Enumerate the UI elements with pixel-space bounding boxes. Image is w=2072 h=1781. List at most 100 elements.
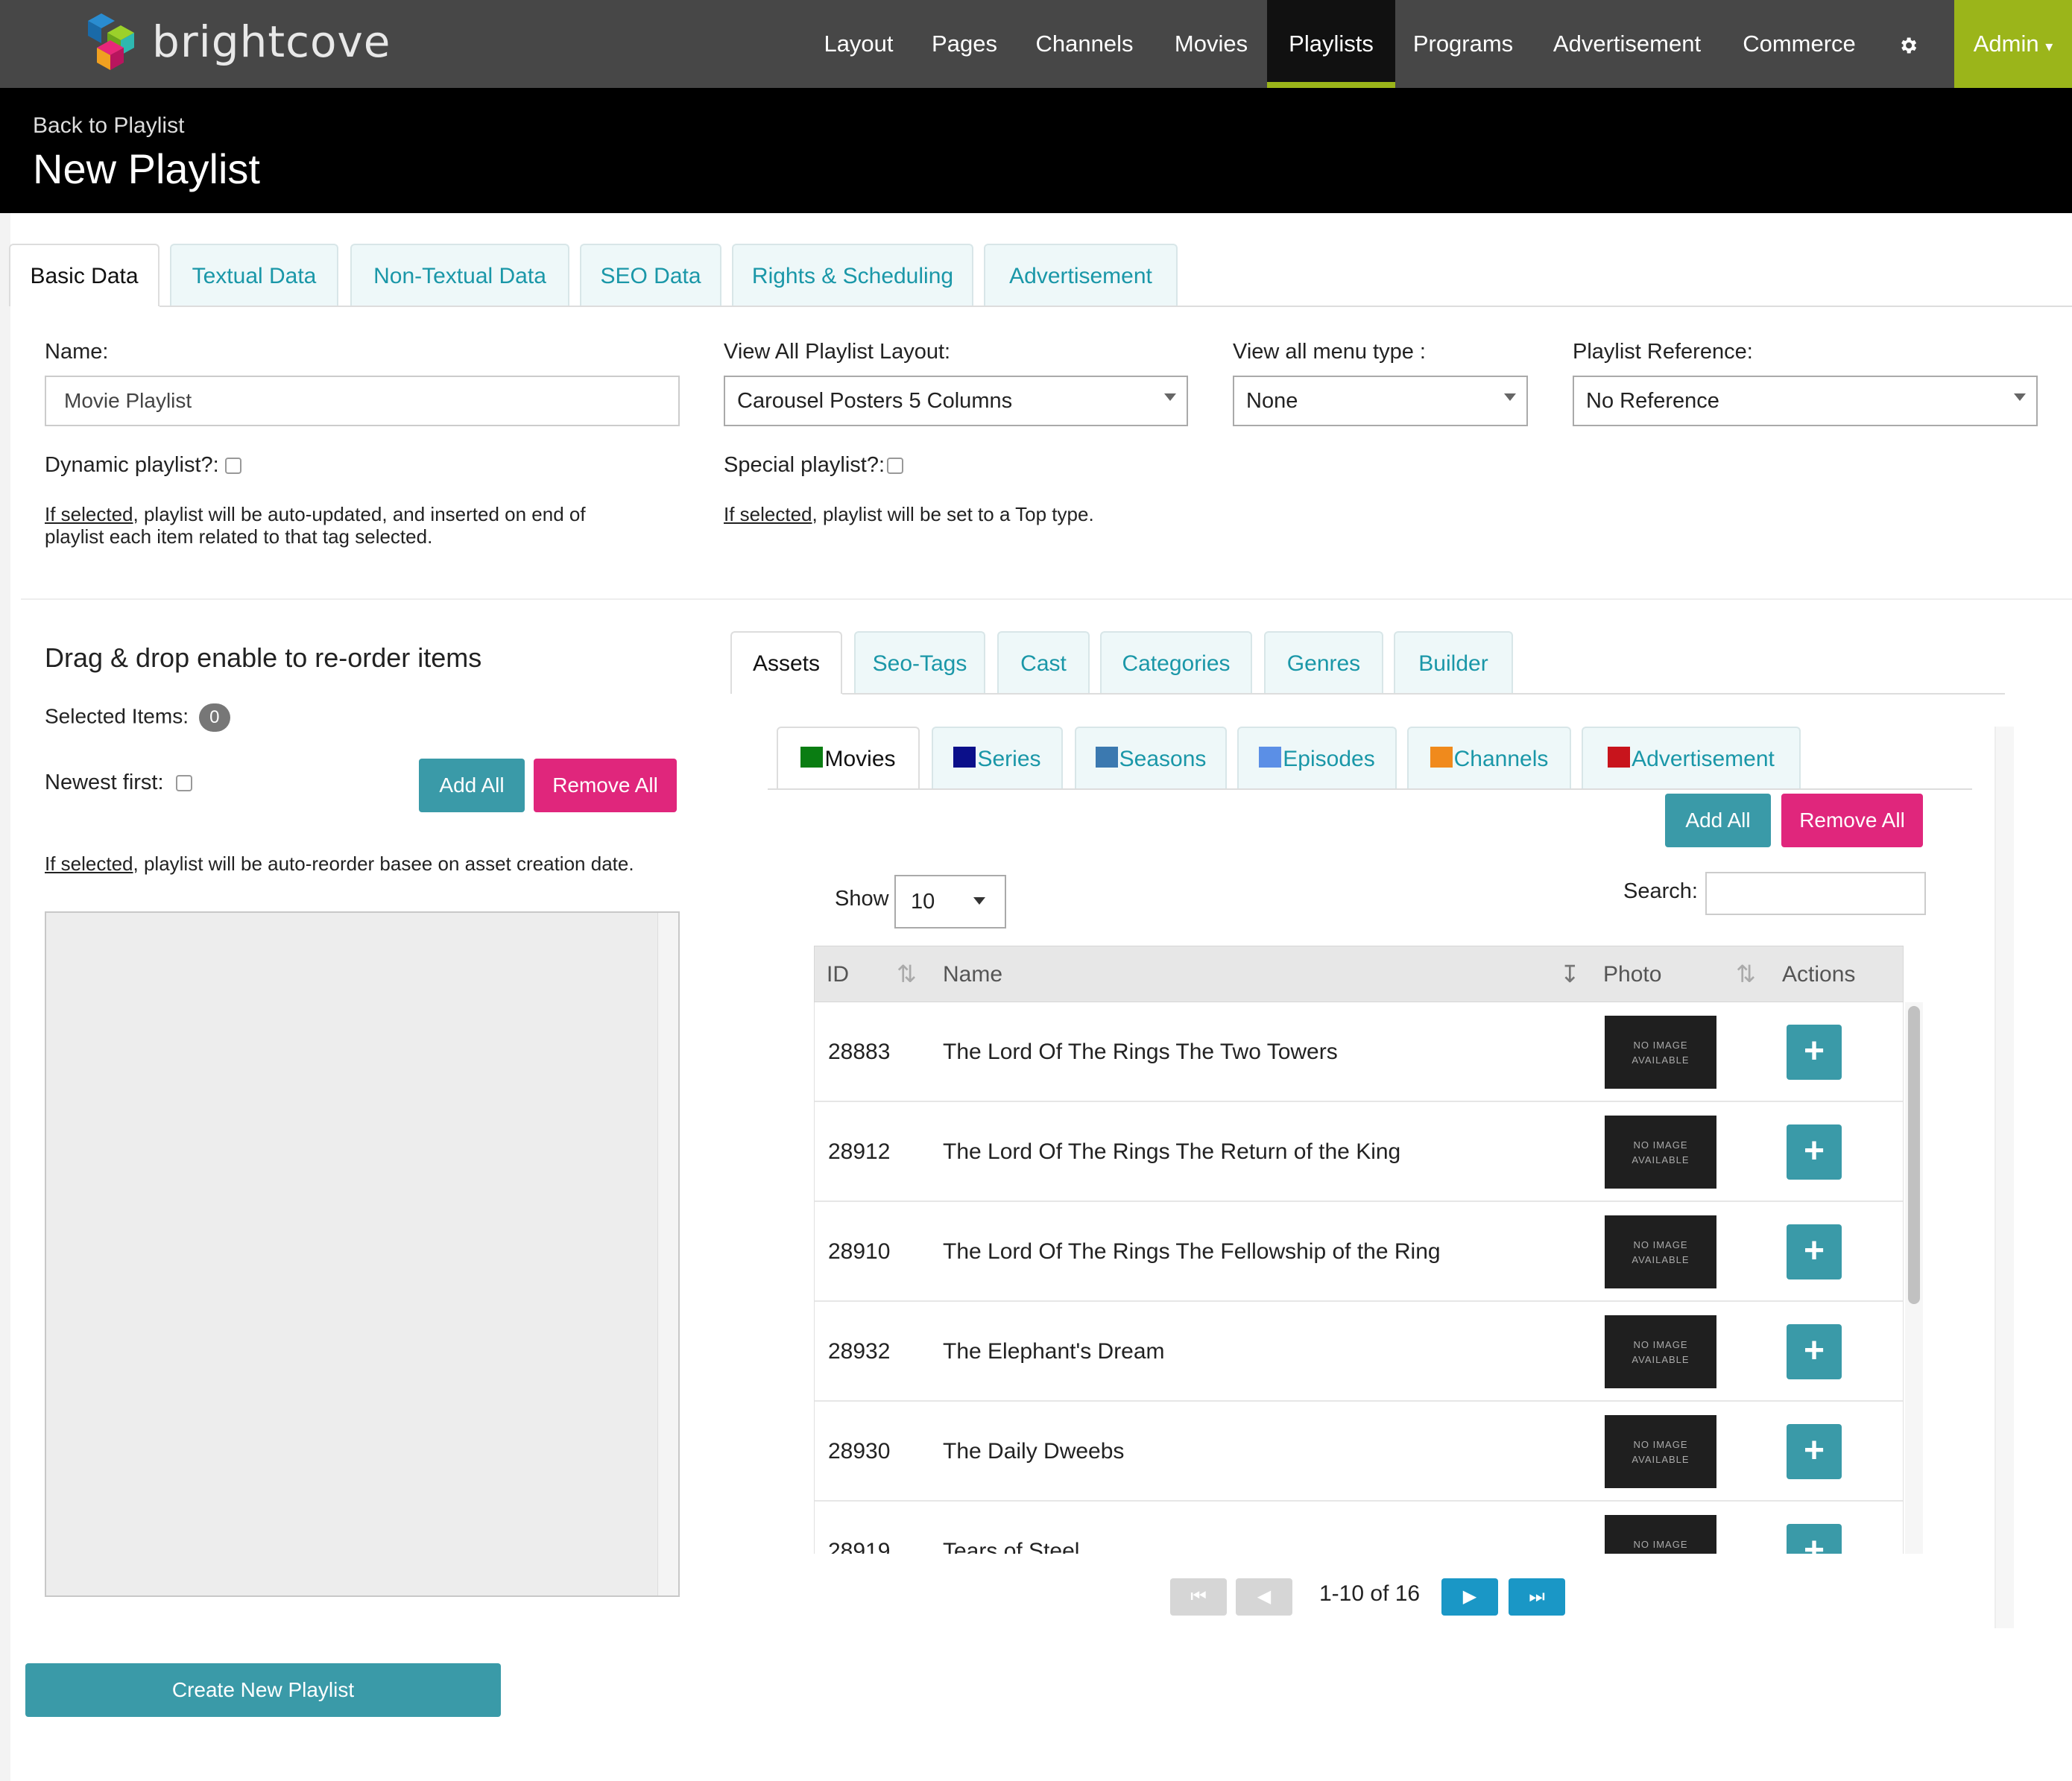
nav-movies[interactable]: Movies — [1163, 0, 1260, 88]
gear-icon[interactable] — [1886, 0, 1930, 88]
column-name[interactable]: Name — [943, 946, 1002, 1003]
tab-genres[interactable]: Genres — [1264, 631, 1383, 694]
tab-builder[interactable]: Builder — [1394, 631, 1513, 694]
sort-icon[interactable]: ⇅ — [1736, 960, 1756, 988]
seasons-color-icon — [1095, 747, 1118, 768]
table-row: 28912 The Lord Of The Rings The Return o… — [815, 1102, 1903, 1202]
page-title: New Playlist — [33, 145, 260, 192]
asset-tabs-baseline — [768, 788, 1972, 790]
tab-textual-data[interactable]: Textual Data — [170, 244, 338, 306]
asset-tab-channels[interactable]: Channels — [1407, 727, 1571, 789]
add-item-button[interactable]: + — [1787, 1424, 1842, 1479]
asset-tab-seasons[interactable]: Seasons — [1075, 727, 1227, 789]
tab-categories[interactable]: Categories — [1100, 631, 1252, 694]
row-id: 28919 — [828, 1539, 891, 1554]
tab-seo-data[interactable]: SEO Data — [580, 244, 721, 306]
table-scrollbar-thumb[interactable] — [1908, 1006, 1920, 1304]
add-item-button[interactable]: + — [1787, 1224, 1842, 1279]
right-remove-all-button[interactable]: Remove All — [1781, 794, 1923, 847]
column-actions: Actions — [1782, 962, 1856, 987]
selected-items-label: Selected Items: — [45, 704, 189, 728]
name-input[interactable]: Movie Playlist — [45, 376, 680, 426]
tab-rights-scheduling[interactable]: Rights & Scheduling — [732, 244, 973, 306]
tab-assets[interactable]: Assets — [730, 631, 842, 694]
no-image-placeholder: NO IMAGEAVAILABLE — [1605, 1215, 1716, 1288]
brand-logo[interactable]: brightcove — [80, 7, 391, 76]
no-image-placeholder: NO IMAGEAVAILABLE — [1605, 1016, 1716, 1089]
nav-pages[interactable]: Pages — [917, 0, 1012, 88]
dynamic-help-text: , playlist will be auto-updated, and ins… — [133, 503, 586, 525]
nav-commerce[interactable]: Commerce — [1735, 0, 1863, 88]
nav-playlists[interactable]: Playlists — [1267, 0, 1395, 88]
chevron-down-icon — [973, 897, 985, 905]
newest-first-help: If selected, playlist will be auto-reord… — [45, 852, 634, 875]
asset-tab-movies[interactable]: Movies — [777, 727, 920, 789]
caret-down-icon: ▾ — [2045, 39, 2053, 55]
dropzone-scrollbar[interactable] — [657, 913, 678, 1595]
column-photo[interactable]: Photo — [1603, 946, 1661, 1003]
right-add-all-button[interactable]: Add All — [1665, 794, 1771, 847]
tab-cast[interactable]: Cast — [997, 631, 1090, 694]
admin-menu[interactable]: Admin ▾ — [1954, 0, 2072, 88]
asset-tab-seasons-label: Seasons — [1119, 747, 1207, 771]
special-playlist-checkbox[interactable] — [887, 458, 903, 474]
playlist-reference-select[interactable]: No Reference — [1573, 376, 2038, 426]
playlist-reference-select-value: No Reference — [1586, 389, 1719, 413]
asset-tab-series[interactable]: Series — [932, 727, 1063, 789]
nav-channels[interactable]: Channels — [1029, 0, 1140, 88]
add-item-button[interactable]: + — [1787, 1324, 1842, 1379]
no-image-placeholder: NO IMAGEAVAILABLE — [1605, 1116, 1716, 1189]
tab-seo-tags[interactable]: Seo-Tags — [854, 631, 985, 694]
first-page-icon: ⏮ — [1190, 1587, 1207, 1607]
asset-tab-series-label: Series — [977, 747, 1041, 771]
page-size-select[interactable]: 10 — [894, 875, 1006, 929]
dynamic-playlist-checkbox[interactable] — [225, 458, 241, 474]
newest-first-checkbox[interactable] — [176, 775, 192, 791]
next-page-button[interactable]: ▶ — [1441, 1578, 1498, 1616]
table-row: 28919 Tears of Steel NO IMAGEAVAILABLE + — [815, 1502, 1903, 1554]
search-input[interactable] — [1705, 872, 1926, 915]
left-remove-all-button[interactable]: Remove All — [534, 759, 677, 812]
dynamic-playlist-label: Dynamic playlist?: — [45, 453, 219, 477]
nav-programs[interactable]: Programs — [1409, 0, 1517, 88]
add-item-button[interactable]: + — [1787, 1124, 1842, 1180]
page-size-value: 10 — [911, 890, 935, 914]
row-name: The Lord Of The Rings The Return of the … — [943, 1139, 1401, 1164]
menu-type-select[interactable]: None — [1233, 376, 1528, 426]
special-playlist-label: Special playlist?: — [724, 453, 885, 477]
left-gutter — [0, 213, 10, 1781]
layout-select[interactable]: Carousel Posters 5 Columns — [724, 376, 1188, 426]
playlist-reference-label: Playlist Reference: — [1573, 340, 1753, 364]
nav-advertisement[interactable]: Advertisement — [1543, 0, 1711, 88]
asset-tab-advertisement-label: Advertisement — [1632, 747, 1775, 771]
advertisement-color-icon — [1608, 747, 1631, 768]
tab-non-textual-data[interactable]: Non-Textual Data — [350, 244, 569, 306]
first-page-button[interactable]: ⏮ — [1170, 1578, 1227, 1616]
add-item-button[interactable]: + — [1787, 1524, 1842, 1554]
add-item-button[interactable]: + — [1787, 1025, 1842, 1080]
table-row: 28910 The Lord Of The Rings The Fellowsh… — [815, 1202, 1903, 1302]
special-playlist-help: If selected, playlist will be set to a T… — [724, 503, 1094, 525]
tab-basic-data[interactable]: Basic Data — [9, 244, 159, 306]
left-add-all-button[interactable]: Add All — [419, 759, 525, 812]
sort-descending-icon[interactable]: ↧ — [1560, 960, 1580, 988]
top-navbar: brightcove Layout Pages Channels Movies … — [0, 0, 2072, 88]
sort-icon[interactable]: ⇅ — [897, 960, 917, 988]
row-name: The Daily Dweebs — [943, 1439, 1125, 1464]
last-page-button[interactable]: ⏭ — [1509, 1578, 1565, 1616]
nav-layout[interactable]: Layout — [812, 0, 905, 88]
create-new-playlist-button[interactable]: Create New Playlist — [25, 1663, 501, 1717]
dynamic-help-text-2: playlist each item related to that tag s… — [45, 525, 433, 548]
asset-tab-episodes[interactable]: Episodes — [1237, 727, 1397, 789]
previous-page-button[interactable]: ◀ — [1236, 1578, 1292, 1616]
asset-tab-channels-label: Channels — [1453, 747, 1549, 771]
tab-advertisement[interactable]: Advertisement — [984, 244, 1178, 306]
column-id[interactable]: ID — [827, 946, 849, 1003]
asset-tab-movies-label: Movies — [824, 747, 896, 771]
right-panel-scroll-track[interactable] — [1994, 727, 2014, 1628]
selected-items-dropzone[interactable] — [45, 911, 680, 1597]
asset-tab-advertisement[interactable]: Advertisement — [1582, 727, 1801, 789]
layout-select-value: Carousel Posters 5 Columns — [737, 389, 1013, 413]
back-to-playlist-link[interactable]: Back to Playlist — [33, 113, 184, 139]
selected-items: Selected Items: 0 — [45, 703, 230, 732]
